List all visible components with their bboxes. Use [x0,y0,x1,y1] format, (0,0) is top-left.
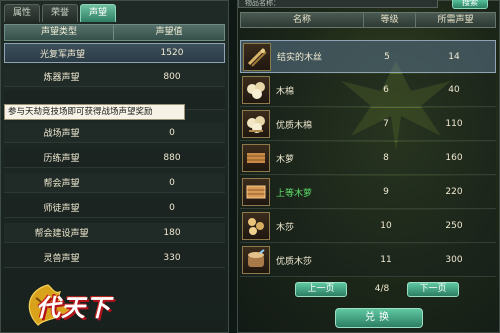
next-page-button[interactable]: 下一页 [407,282,459,297]
exchange-button[interactable]: 兑换 [335,308,423,328]
shop-item-row[interactable]: 木莎 10 250 [240,210,496,243]
item-required-rep: 110 [445,119,463,129]
shop-table-header: 名称 等级 所需声望 [240,12,496,28]
shop-level-header: 等级 [363,13,415,27]
tab-honor[interactable]: 荣誉 [42,4,79,22]
reputation-type: 帮会声望 [43,179,80,189]
reputation-type: 战场声望 [43,129,80,139]
shop-item-row[interactable]: 优质木莎 11 300 [240,244,496,277]
reputation-row[interactable]: 炼器声望 800 [4,67,225,87]
search-button[interactable]: 搜索 [452,0,488,9]
quality-wood-log-icon [242,246,270,274]
prev-page-button[interactable]: 上一页 [295,282,347,297]
item-required-rep: 250 [445,221,463,231]
reputation-value: 180 [163,227,181,238]
item-name-search-input[interactable]: 物品名称： [238,0,438,8]
reputation-value: 330 [163,252,181,263]
kapok-icon [242,76,270,104]
item-name: 木莎 [276,222,295,233]
item-level: 11 [380,255,392,265]
item-name: 优质木莎 [276,256,313,267]
item-level: 10 [380,221,392,231]
item-level: 8 [383,153,389,163]
reputation-row[interactable]: 战场声望 0 [4,123,225,143]
tab-attributes[interactable]: 属性 [4,4,41,22]
reputation-table-header: 声望类型 声望值 [4,24,225,41]
character-tabs: 属性 荣誉 声望 [4,4,117,22]
pagination: 上一页 4/8 下一页 [295,282,465,298]
item-name: 上等木萝 [276,188,313,199]
reputation-value: 1520 [160,48,184,58]
item-level: 6 [383,85,389,95]
reputation-row[interactable]: 帮会建设声望 180 [4,223,225,243]
item-required-rep: 40 [448,85,460,95]
logo-text: 代天下 [36,293,111,322]
reputation-value: 880 [163,152,181,163]
wood-thread-icon [243,42,271,71]
reputation-row[interactable]: 师徒声望 0 [4,198,225,218]
item-name: 木棉 [276,86,295,97]
reputation-row[interactable]: 灵兽声望 330 [4,248,225,268]
reputation-row[interactable]: 光复军声望 1520 [4,43,225,63]
shop-item-row[interactable]: 木萝 8 160 [240,142,496,175]
item-required-rep: 14 [448,51,460,62]
wood-log-icon [242,212,270,240]
item-required-rep: 160 [445,153,463,163]
wood-plank-icon [242,144,270,172]
shop-name-header: 名称 [292,15,311,25]
shop-item-row[interactable]: 上等木萝 9 220 [240,176,496,209]
shop-item-row[interactable]: 结实的木丝 5 14 [240,40,496,73]
item-level: 5 [384,51,390,62]
shop-item-row[interactable]: 优质木棉 7 110 [240,108,496,141]
page-indicator: 4/8 [374,284,390,294]
item-required-rep: 300 [445,255,463,265]
reputation-type: 灵兽声望 [43,254,80,264]
tab-reputation[interactable]: 声望 [80,4,117,22]
reputation-type: 师徒声望 [43,204,80,214]
reputation-type-header: 声望类型 [40,27,77,37]
reputation-value-header: 声望值 [113,25,224,40]
reputation-row[interactable]: 历练声望 880 [4,148,225,168]
item-level: 7 [383,119,389,129]
item-name: 优质木棉 [276,120,313,131]
shop-item-row[interactable]: 木棉 6 40 [240,74,496,107]
fine-wood-plank-icon [242,178,270,206]
reputation-value: 800 [163,71,181,82]
shop-rep-header: 所需声望 [415,13,495,27]
item-required-rep: 220 [445,187,463,197]
game-logo: 代天下 [18,280,158,330]
reputation-value: 0 [169,177,175,188]
reputation-row[interactable]: 帮会声望 0 [4,173,225,193]
reputation-type: 帮会建设声望 [34,229,89,239]
reputation-value: 0 [169,202,175,213]
reputation-tooltip: 参与天劫竞技场即可获得战场声望奖励 [4,104,185,120]
reputation-value: 0 [169,127,175,138]
reputation-type: 炼器声望 [43,73,80,83]
reputation-type: 历练声望 [43,154,80,164]
item-name: 结实的木丝 [277,53,323,63]
quality-kapok-icon [242,110,270,138]
item-name: 木萝 [276,154,295,165]
reputation-type: 光复军声望 [39,49,85,60]
item-level: 9 [383,187,389,197]
